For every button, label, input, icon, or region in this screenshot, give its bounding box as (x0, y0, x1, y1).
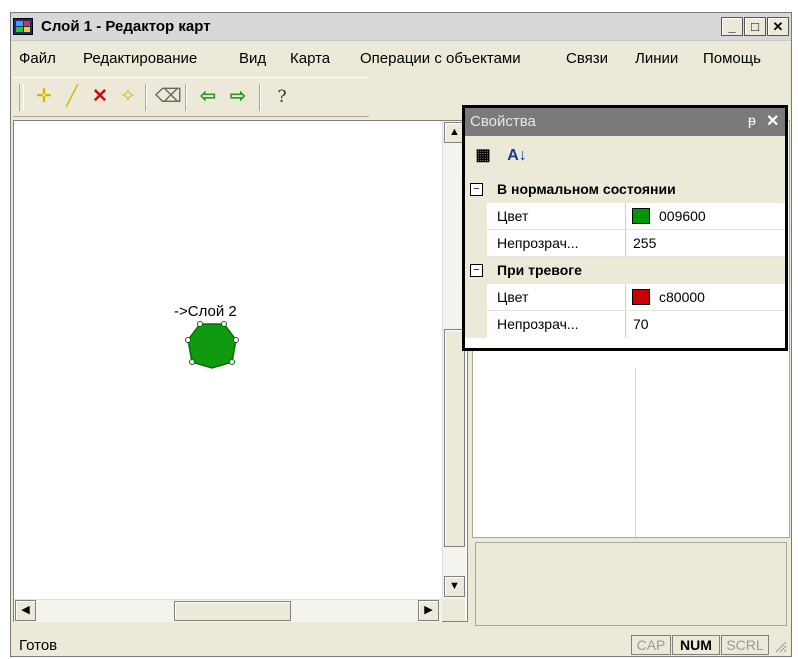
redo-button[interactable]: ⇨ (225, 84, 251, 110)
minimize-button[interactable]: _ (721, 17, 743, 36)
delete-icon: ✕ (92, 86, 108, 107)
arrow-right-icon: ▶ (424, 604, 433, 616)
toolbar-grip[interactable] (19, 84, 24, 111)
num-lock-indicator: NUM (672, 635, 720, 655)
delete-button[interactable]: ✕ (87, 84, 113, 110)
edit-vertices-icon: ✧ (120, 86, 136, 107)
redo-icon: ⇨ (230, 86, 246, 107)
sort-alphabetical-button[interactable]: A↓ (505, 144, 529, 168)
status-text: Готов (19, 637, 58, 654)
eraser-icon: ⌫ (155, 86, 182, 107)
scroll-left-button[interactable]: ◀ (15, 600, 36, 621)
toolbar-separator (259, 84, 261, 111)
arrow-left-icon: ◀ (21, 604, 30, 616)
menu-map[interactable]: Карта (290, 50, 330, 67)
property-value[interactable]: 70 (633, 316, 649, 332)
maximize-button[interactable]: □ (744, 17, 766, 36)
object-label: ->Слой 2 (174, 303, 237, 320)
property-value[interactable]: 009600 (659, 208, 706, 224)
category-label: При тревоге (497, 262, 582, 278)
toolbar-separator (185, 84, 187, 111)
color-swatch[interactable] (632, 289, 650, 305)
toolbar-separator (145, 84, 147, 111)
properties-title: Свойства (470, 113, 536, 130)
grid-column-divider (635, 369, 636, 537)
category-alarm-state[interactable]: − При тревоге (465, 257, 785, 284)
property-row-opacity-alarm[interactable]: Непрозрач... 70 (465, 311, 785, 338)
help-button[interactable]: ? (269, 84, 295, 110)
menu-help[interactable]: Помощь (703, 50, 761, 67)
toolbar: ✛ ╱ ✕ ✧ ⌫ ⇦ ⇨ ? (13, 77, 369, 117)
collapse-toggle-icon[interactable]: − (470, 183, 483, 196)
property-name: Непрозрач... (497, 235, 579, 251)
categorized-view-button[interactable]: ▦ (471, 144, 495, 168)
window-title: Слой 1 - Редактор карт (41, 18, 211, 35)
draw-line-icon: ╱ (66, 86, 78, 107)
draw-line-button[interactable]: ╱ (59, 84, 85, 110)
pin-icon[interactable]: ᵽ (748, 112, 756, 128)
sort-az-icon: A↓ (507, 147, 527, 164)
property-row-color-alarm[interactable]: Цвет c80000 (465, 284, 785, 311)
add-point-icon: ✛ (36, 86, 52, 107)
menu-edit[interactable]: Редактирование (83, 50, 197, 67)
menu-links[interactable]: Связи (566, 50, 608, 67)
property-row-color-normal[interactable]: Цвет 009600 (465, 203, 785, 230)
arrow-up-icon: ▲ (449, 126, 460, 138)
properties-title-bar[interactable]: Свойства ᵽ ✕ (465, 108, 785, 136)
category-label: В нормальном состоянии (497, 181, 676, 197)
map-canvas[interactable]: ->Слой 2 ▲ ▼ ◀ ▶ (13, 120, 468, 622)
title-bar[interactable]: Слой 1 - Редактор карт _ □ ✕ (11, 13, 791, 41)
scroll-right-button[interactable]: ▶ (418, 600, 439, 621)
categorized-icon: ▦ (475, 147, 491, 164)
color-swatch[interactable] (632, 208, 650, 224)
menu-bar: Файл Редактирование Вид Карта Операции с… (11, 46, 791, 72)
app-icon (13, 18, 33, 35)
map-object-hexagon[interactable] (184, 320, 240, 370)
edit-vertices-button[interactable]: ✧ (115, 84, 141, 110)
add-point-button[interactable]: ✛ (31, 84, 57, 110)
property-value[interactable]: c80000 (659, 289, 705, 305)
property-name: Цвет (497, 208, 529, 224)
property-name: Цвет (497, 289, 529, 305)
property-value[interactable]: 255 (633, 235, 656, 251)
horizontal-scrollbar[interactable]: ◀ ▶ (14, 599, 442, 622)
vertical-scroll-thumb[interactable] (444, 329, 465, 547)
category-normal-state[interactable]: − В нормальном состоянии (465, 176, 785, 203)
undo-icon: ⇦ (200, 86, 216, 107)
property-description-box (475, 542, 787, 626)
status-bar: Готов CAP NUM SCRL (11, 633, 791, 657)
menu-lines[interactable]: Линии (635, 50, 678, 67)
resize-grip-icon[interactable] (773, 639, 787, 653)
scroll-corner (442, 599, 465, 621)
menu-objects[interactable]: Операции с объектами (360, 50, 521, 67)
menu-view[interactable]: Вид (239, 50, 266, 67)
close-button[interactable]: ✕ (767, 17, 789, 36)
eraser-button[interactable]: ⌫ (155, 84, 182, 110)
collapse-toggle-icon[interactable]: − (470, 264, 483, 277)
help-icon: ? (277, 87, 287, 107)
caps-lock-indicator: CAP (631, 635, 671, 655)
scroll-down-button[interactable]: ▼ (444, 576, 465, 597)
horizontal-scroll-thumb[interactable] (174, 601, 291, 621)
scroll-lock-indicator: SCRL (721, 635, 769, 655)
menu-file[interactable]: Файл (19, 50, 56, 67)
properties-panel: Свойства ᵽ ✕ ▦ A↓ − В нормальном состоян… (462, 105, 788, 351)
property-name: Непрозрач... (497, 316, 579, 332)
arrow-down-icon: ▼ (449, 580, 460, 592)
property-row-opacity-normal[interactable]: Непрозрач... 255 (465, 230, 785, 257)
properties-toolbar: ▦ A↓ (465, 136, 785, 176)
properties-close-icon[interactable]: ✕ (766, 111, 779, 131)
undo-button[interactable]: ⇦ (195, 84, 221, 110)
